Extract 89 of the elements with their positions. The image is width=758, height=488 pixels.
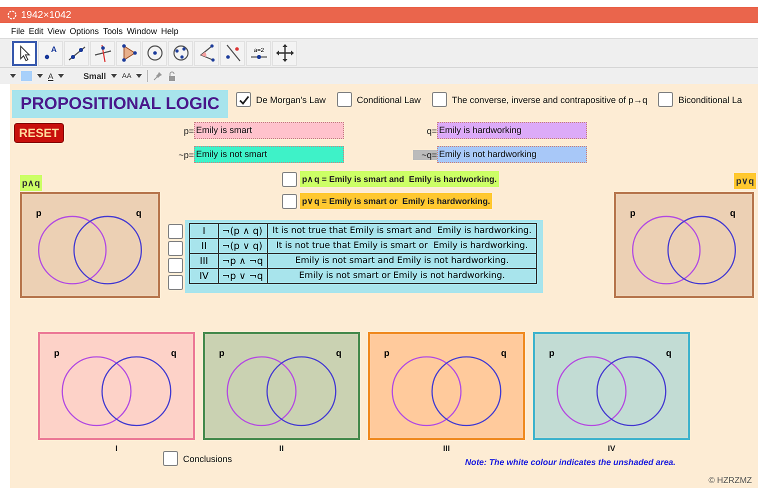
statement-text: p∨q = Emily is smart or Emily is hardworking. (300, 193, 492, 209)
window-title: 1942×1042 (21, 10, 72, 20)
table-cell: I (190, 224, 218, 238)
input-field[interactable]: Emily is not hardworking (437, 146, 587, 163)
table-cell: It is not true that Emily is smart and Emily is hardworking. (268, 224, 536, 238)
menu-item[interactable]: File (11, 26, 25, 36)
reset-button[interactable]: RESET (14, 123, 64, 143)
table-cell: III (190, 254, 218, 268)
caret-icon (111, 74, 118, 78)
checkbox[interactable] (168, 275, 183, 290)
checkbox[interactable] (282, 194, 297, 208)
set-circle (101, 356, 172, 426)
checkbox[interactable] (168, 224, 183, 239)
set-label: p (549, 348, 554, 358)
table-cell: ¬p ∨ ¬q (218, 268, 268, 284)
field-label: q= (426, 126, 437, 136)
checkbox[interactable] (168, 258, 183, 273)
caret-icon (10, 74, 16, 78)
checkbox[interactable] (168, 241, 183, 256)
set-circle (266, 356, 336, 426)
checkbox[interactable] (432, 92, 447, 107)
set-label: p (219, 348, 224, 358)
move-arrows-icon (274, 42, 296, 64)
set-circle (392, 356, 462, 426)
diagram-label: II (279, 444, 284, 453)
checkbox-label: Conclusions (183, 454, 232, 464)
diagram-label: p∨q (734, 173, 756, 189)
diagram-label: III (443, 444, 450, 453)
table-cell: It is not true that Emily is smart or Emily is hardworking. (268, 238, 536, 254)
set-circle (431, 356, 502, 426)
checkbox[interactable] (282, 172, 297, 186)
table-cell: ¬p ∧ ¬q (218, 254, 268, 268)
set-label: q (730, 208, 736, 218)
field-label: p= (182, 126, 194, 136)
set-label: q (666, 348, 672, 358)
checkbox-label: De Morgan's Law (256, 94, 326, 104)
tool-button[interactable] (12, 40, 37, 66)
menu-item[interactable]: Options (70, 26, 99, 36)
diagram-label: p∧q (20, 175, 42, 191)
menu-item[interactable]: View (47, 26, 66, 36)
checkbox-label: The converse, inverse and contrapositive of p→q (452, 94, 648, 104)
set-label: p (36, 208, 42, 218)
set-label: q (171, 348, 176, 358)
field-label: ~q= (413, 150, 437, 160)
table-cell: ¬(p ∨ q) (218, 238, 268, 254)
set-circle (62, 356, 132, 426)
set-label: p (54, 348, 60, 358)
table-cell: Emily is not smart and Emily is not hardworking. (268, 254, 536, 268)
color-swatch[interactable] (21, 71, 32, 81)
lock-icon (168, 71, 176, 81)
caret-icon (58, 74, 64, 78)
set-label: p (630, 208, 636, 218)
heading: PROPOSITIONAL LOGIC (12, 90, 228, 118)
checkbox-label: Biconditional La (678, 94, 742, 104)
set-label: q (136, 208, 142, 218)
checkbox-label: Conditional Law (356, 94, 421, 104)
menu-item[interactable]: Edit (28, 26, 44, 36)
diagram-label: IV (608, 444, 616, 453)
note-text: Note: The white colour indicates the unshaded area. (465, 457, 676, 467)
set-circle (226, 356, 297, 426)
app-icon (7, 10, 17, 20)
table-cell: ¬(p ∧ q) (218, 224, 268, 238)
set-label: p (384, 348, 390, 358)
font-size-dropdown[interactable]: Small (83, 71, 106, 81)
table-cell: II (190, 238, 218, 254)
checkbox[interactable] (336, 92, 352, 107)
table-cell: Emily is not smart or Emily is not hardworking. (268, 268, 536, 284)
table-cell: IV (190, 268, 218, 284)
set-label: q (501, 348, 506, 358)
text-color-button[interactable]: A (48, 72, 54, 80)
checkbox[interactable] (658, 92, 674, 107)
field-label: ~p= (177, 150, 194, 160)
menu-item[interactable]: Help (161, 26, 178, 36)
input-field[interactable]: Emily is hardworking (437, 122, 587, 139)
checkbox[interactable] (163, 451, 178, 466)
set-label: q (336, 348, 342, 358)
input-field[interactable]: Emily is smart (194, 122, 344, 139)
set-circle (596, 356, 666, 426)
input-field[interactable]: Emily is not smart (194, 146, 344, 163)
statement-text: p∧q = Emily is smart and Emily is hardworking. (300, 171, 499, 187)
caret-icon (136, 74, 142, 78)
set-circle (556, 356, 627, 426)
menu-item[interactable]: Tools (102, 26, 123, 36)
credit-text: © HZRZMZ (708, 475, 752, 485)
menu-item[interactable]: Window (126, 26, 158, 36)
pin-icon (153, 71, 164, 81)
caret-icon (37, 74, 43, 78)
diagram-label: I (115, 444, 118, 453)
checkbox[interactable] (236, 92, 251, 107)
